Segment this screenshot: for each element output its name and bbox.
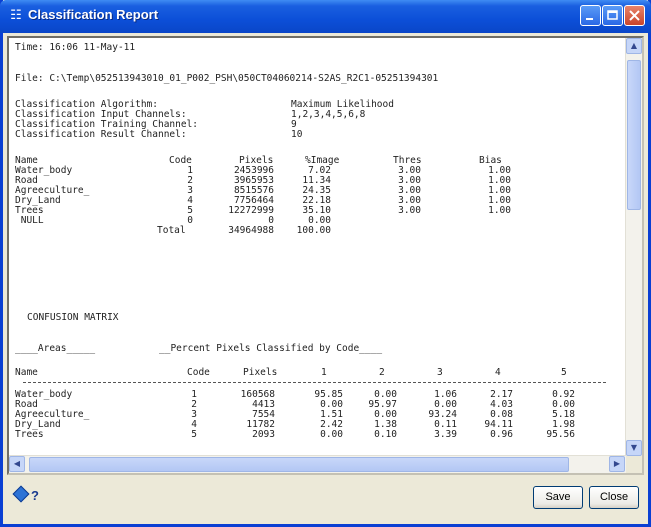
matrix-cell: 5 bbox=[191, 429, 197, 440]
report-text-area[interactable]: Time: 16:06 11-May-11 File: C:\Temp\0525… bbox=[7, 36, 644, 475]
vertical-scroll-thumb[interactable] bbox=[627, 60, 641, 210]
matrix-header-code: Code bbox=[187, 367, 210, 378]
matrix-header-pixels: Pixels bbox=[243, 367, 278, 378]
report-file-path: File: C:\Temp\052513943010_01_P002_PSH\0… bbox=[15, 73, 439, 84]
matrix-header-5: 5 bbox=[561, 367, 567, 378]
areas-label: ____Areas_____ bbox=[15, 343, 96, 354]
info-value-input-channels: 1,2,3,4,5,6,8 bbox=[291, 109, 366, 120]
summary-cell: 3.00 bbox=[398, 205, 421, 216]
scroll-up-button[interactable]: ▲ bbox=[626, 38, 642, 54]
save-button[interactable]: Save bbox=[533, 486, 583, 509]
percent-pixels-label: __Percent Pixels Classified by Code____ bbox=[159, 343, 383, 354]
minimize-button[interactable] bbox=[580, 5, 601, 26]
matrix-header-2: 2 bbox=[379, 367, 385, 378]
scrollbar-corner bbox=[626, 456, 642, 473]
matrix-cell: 95.56 bbox=[546, 429, 575, 440]
matrix-cell: 4 bbox=[191, 419, 197, 430]
button-bar: ? Save Close bbox=[3, 480, 648, 524]
matrix-cell: 2 bbox=[191, 399, 197, 410]
close-button[interactable]: Close bbox=[589, 486, 639, 509]
matrix-cell: 3 bbox=[191, 409, 197, 420]
minimize-icon bbox=[586, 18, 593, 20]
summary-total-label: Total bbox=[157, 225, 186, 236]
summary-cell: 2 bbox=[187, 175, 193, 186]
vertical-scrollbar[interactable]: ▲ ▼ bbox=[625, 38, 642, 456]
help-label: ? bbox=[31, 488, 39, 503]
confusion-matrix-title: CONFUSION MATRIX bbox=[27, 312, 119, 323]
scroll-left-button[interactable]: ◀ bbox=[9, 456, 25, 472]
matrix-row-name: Trees bbox=[15, 429, 44, 440]
info-value-result-channel: 10 bbox=[291, 129, 303, 140]
summary-cell: 4 bbox=[187, 195, 193, 206]
report-app-icon: ☷ bbox=[10, 8, 22, 23]
window-title: Classification Report bbox=[28, 7, 159, 22]
matrix-divider bbox=[23, 382, 606, 383]
help-diamond-icon bbox=[12, 485, 30, 503]
report-time: Time: 16:06 11-May-11 bbox=[15, 42, 136, 53]
matrix-header-3: 3 bbox=[437, 367, 443, 378]
maximize-button[interactable] bbox=[602, 5, 623, 26]
scroll-down-button[interactable]: ▼ bbox=[626, 440, 642, 456]
summary-cell: NULL bbox=[15, 215, 44, 226]
matrix-header-4: 4 bbox=[495, 367, 501, 378]
maximize-icon bbox=[607, 10, 618, 20]
matrix-header-1: 1 bbox=[321, 367, 327, 378]
help-button[interactable]: ? bbox=[12, 485, 45, 508]
close-window-button[interactable] bbox=[624, 5, 645, 26]
report-content: Time: 16:06 11-May-11 File: C:\Temp\0525… bbox=[9, 38, 626, 456]
horizontal-scrollbar[interactable]: ◀ ▶ bbox=[9, 455, 626, 473]
matrix-header-name: Name bbox=[15, 367, 38, 378]
summary-cell: 3 bbox=[187, 185, 193, 196]
close-icon bbox=[629, 10, 640, 21]
matrix-cell: 1 bbox=[191, 389, 197, 400]
title-bar[interactable]: ☷ Classification Report bbox=[0, 0, 651, 33]
summary-cell: 5 bbox=[187, 205, 193, 216]
info-label-result-channel: Classification Result Channel: bbox=[15, 129, 187, 140]
horizontal-scroll-thumb[interactable] bbox=[29, 457, 569, 472]
classification-report-window: ☷ Classification Report Time: 16:06 11-M… bbox=[0, 0, 651, 527]
scroll-right-button[interactable]: ▶ bbox=[609, 456, 625, 472]
summary-cell: 1.00 bbox=[488, 205, 511, 216]
summary-cell: 1 bbox=[187, 165, 193, 176]
summary-total-percent: 100.00 bbox=[296, 225, 331, 236]
